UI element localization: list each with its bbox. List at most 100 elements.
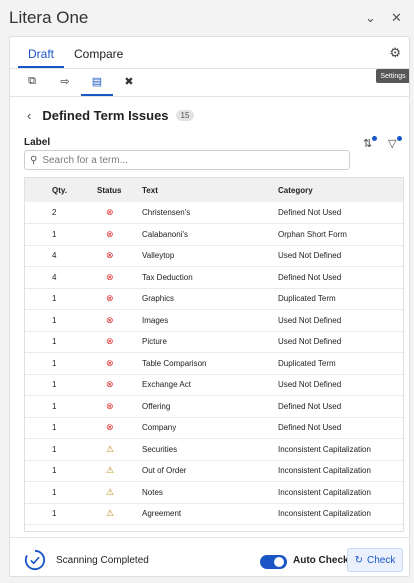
table-row[interactable]: 1 ⚠ Notes Inconsistent Capitalization (25, 482, 403, 503)
active-tool-indicator (81, 94, 113, 96)
active-tab-indicator (18, 66, 64, 68)
table-row[interactable]: 2 ⊗ Christensen's Defined Not Used (25, 202, 403, 224)
warning-icon: ⚠ (106, 465, 115, 476)
row-text: Notes (142, 487, 163, 497)
error-icon: ⊗ (106, 314, 114, 325)
row-qty: 1 (52, 487, 57, 497)
tool-bar: ⧉ ⇨ ▤ ✖ (10, 70, 409, 97)
warning-icon: ⚠ (106, 486, 115, 497)
row-text: Out of Order (142, 466, 187, 476)
row-qty: 1 (52, 380, 57, 390)
row-text: Agreement (142, 509, 182, 519)
table-row[interactable]: 4 ⊗ Tax Deduction Defined Not Used (25, 267, 403, 288)
row-text: Table Comparison (142, 358, 207, 368)
row-qty: 1 (52, 315, 57, 325)
title-bar: Litera One ⌄ ✕ (0, 0, 414, 36)
row-category: Defined Not Used (278, 401, 342, 411)
row-qty: 1 (52, 423, 57, 433)
row-category: Duplicated Term (278, 358, 336, 368)
row-qty: 1 (52, 229, 57, 239)
defined-terms-icon[interactable]: ▤ (88, 75, 106, 88)
error-icon: ⊗ (106, 357, 114, 368)
filter-icon[interactable]: ▽ (388, 136, 402, 150)
error-icon: ⊗ (106, 228, 114, 239)
table-row[interactable]: 1 ⊗ Offering Defined Not Used (25, 396, 403, 417)
compare-documents-icon[interactable]: ⧉ (23, 75, 41, 88)
row-category: Defined Not Used (278, 208, 342, 217)
row-text: Christensen's (142, 208, 191, 217)
check-button-label: Check (367, 554, 396, 566)
table-row[interactable]: 1 ⊗ Company Defined Not Used (25, 417, 403, 439)
header-status[interactable]: Status (95, 178, 142, 202)
row-text: Securities (142, 444, 178, 454)
warning-icon: ⚠ (106, 508, 115, 519)
refresh-icon: ↻ (354, 554, 364, 566)
row-text: Offering (142, 401, 171, 411)
page-title: Defined Term Issues (42, 108, 169, 123)
error-icon: ⊗ (106, 379, 114, 390)
table-row[interactable]: 1 ⊗ Exchange Act Used Not Defined (25, 374, 403, 396)
error-icon: ⊗ (106, 207, 114, 217)
table-row[interactable]: 4 ⊗ Valleytop Used Not Defined (25, 245, 403, 267)
back-chevron-icon[interactable]: ‹ (27, 108, 31, 123)
toggle-knob (274, 557, 284, 567)
tab-draft[interactable]: Draft (28, 47, 54, 61)
row-text: Images (142, 315, 169, 325)
row-qty: 1 (52, 401, 57, 411)
row-category: Defined Not Used (278, 272, 342, 282)
row-category: Used Not Defined (278, 251, 342, 261)
sort-icon[interactable]: ⇅ (363, 136, 377, 150)
search-box: ⚲ (24, 150, 350, 170)
row-qty: 1 (52, 509, 57, 519)
table-row[interactable]: 1 ⊗ Table Comparison Duplicated Term (25, 353, 403, 374)
search-icon: ⚲ (30, 154, 38, 166)
error-icon: ⊗ (106, 293, 114, 304)
check-button[interactable]: ↻ Check (347, 548, 403, 572)
header-category[interactable]: Category (278, 178, 403, 202)
table-row[interactable]: 1 ⚠ Securities Inconsistent Capitalization (25, 439, 403, 460)
gear-icon[interactable]: ⚙ (389, 45, 401, 61)
search-input[interactable] (42, 154, 333, 166)
row-text: Company (142, 423, 177, 433)
auto-check-label: Auto Check (293, 555, 349, 566)
row-category: Duplicated Term (278, 294, 336, 304)
row-category: Used Not Defined (278, 315, 342, 325)
tools-icon[interactable]: ✖ (120, 75, 138, 88)
table-row[interactable]: 1 ⚠ Out of Order Inconsistent Capitalizatio… (25, 460, 403, 482)
auto-check-toggle[interactable] (260, 555, 287, 569)
table-row[interactable]: 1 ⊗ Images Used Not Defined (25, 310, 403, 331)
header-qty[interactable]: Qty. (25, 178, 95, 202)
row-category: Orphan Short Form (278, 229, 347, 239)
error-icon: ⊗ (106, 422, 114, 433)
row-text: Valleytop (142, 251, 175, 261)
row-qty: 1 (52, 444, 57, 454)
main-panel: Draft Compare ⚙ Settings ⧉ ⇨ ▤ ✖ ‹ Defin… (9, 36, 410, 577)
row-category: Inconsistent Capitalization (278, 466, 371, 476)
document-arrow-icon[interactable]: ⇨ (56, 75, 74, 88)
tab-bar: Draft Compare ⚙ (10, 37, 409, 69)
table-row[interactable]: 1 ⊗ Graphics Duplicated Term (25, 288, 403, 310)
error-icon: ⊗ (106, 271, 114, 282)
row-category: Inconsistent Capitalization (278, 509, 371, 519)
table-header-row: Qty. Status Text Category (25, 178, 403, 202)
filter-active-dot (397, 136, 402, 141)
scan-status: Scanning Completed (56, 555, 149, 566)
table-row[interactable]: 1 ⊗ Calabanoni's Orphan Short Form (25, 224, 403, 245)
row-text: Picture (142, 337, 167, 347)
tab-compare[interactable]: Compare (74, 47, 123, 61)
error-icon: ⊗ (106, 250, 114, 261)
table-row[interactable]: 1 ⊗ Picture Used Not Defined (25, 331, 403, 353)
scan-complete-icon (24, 549, 46, 571)
row-text: Calabanoni's (142, 229, 189, 239)
row-qty: 1 (52, 466, 57, 476)
row-category: Defined Not Used (278, 423, 342, 433)
table-row[interactable]: 1 ⚠ Agreement Inconsistent Capitalization (25, 503, 403, 525)
row-qty: 4 (52, 251, 57, 261)
row-qty: 4 (52, 272, 57, 282)
close-icon[interactable]: ✕ (391, 10, 402, 26)
header-text[interactable]: Text (142, 178, 278, 202)
app-title: Litera One (9, 8, 89, 27)
row-category: Inconsistent Capitalization (278, 487, 371, 497)
chevron-down-icon[interactable]: ⌄ (365, 10, 376, 26)
error-icon: ⊗ (106, 400, 114, 411)
